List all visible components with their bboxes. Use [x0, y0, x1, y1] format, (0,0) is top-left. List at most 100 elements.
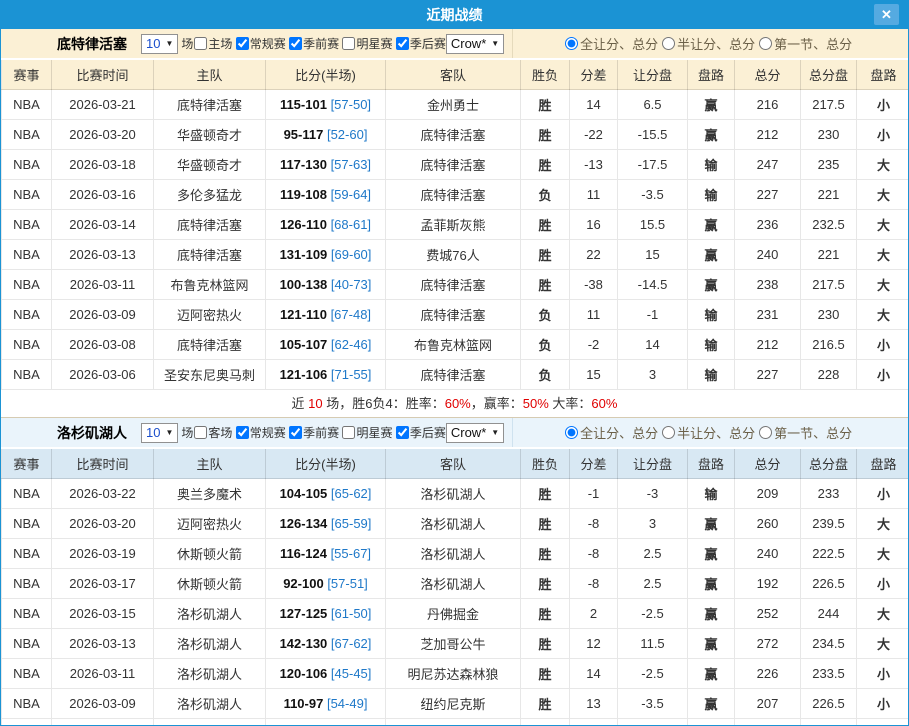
filter-checkbox[interactable]: 明星赛 [342, 424, 392, 441]
column-header: 比分(半场) [266, 449, 386, 479]
total-points-cell: 240 [735, 240, 801, 270]
away-team-cell: 底特律活塞 [386, 300, 521, 330]
filter-checkbox[interactable]: 常规赛 [236, 424, 286, 441]
checkbox-input[interactable] [289, 426, 302, 439]
column-header: 总分盘 [801, 60, 857, 90]
score-cell: 121-110 [67-48] [266, 300, 386, 330]
score-cell: 120-106 [45-45] [266, 659, 386, 689]
home-team-cell: 奥兰多魔术 [154, 479, 266, 509]
game-row: NBA 2026-03-09 洛杉矶湖人 110-97 [54-49] 纽约尼克… [2, 689, 909, 719]
filter-radio[interactable]: 半让分、总分 [662, 423, 755, 442]
total-points-cell: 209 [735, 479, 801, 509]
filter-checkbox[interactable]: 季后赛 [396, 424, 446, 441]
score-cell: 142-130 [67-62] [266, 629, 386, 659]
provider-value: Crow* [451, 36, 486, 51]
point-diff-cell: 14 [570, 90, 618, 120]
sections-container: 底特律活塞 10 ▼ 场 主场 常规赛 季前赛 明星赛 季后赛 Crow* ▼ … [1, 29, 908, 726]
filter-checkbox[interactable]: 明星赛 [342, 35, 392, 52]
final-score: 115-101 [280, 97, 327, 112]
caret-down-icon: ▼ [491, 39, 499, 48]
handicap-result-cell: 赢 [688, 569, 735, 599]
total-line-cell: 239.5 [801, 509, 857, 539]
away-team-cell: 底特律活塞 [386, 270, 521, 300]
column-header: 主队 [154, 60, 266, 90]
result-cell: 负 [521, 330, 570, 360]
checkbox-input[interactable] [396, 37, 409, 50]
radio-input[interactable] [565, 426, 578, 439]
point-diff-cell: 14 [570, 659, 618, 689]
checkbox-input[interactable] [194, 37, 207, 50]
caret-down-icon: ▼ [165, 428, 173, 437]
away-team-cell: 洛杉矶湖人 [386, 479, 521, 509]
game-row: NBA 2026-03-18 华盛顿奇才 117-130 [57-63] 底特律… [2, 150, 909, 180]
summary-text-part: 60% [591, 396, 617, 411]
filter-checkbox[interactable]: 客场 [194, 424, 232, 441]
filter-checkbox[interactable]: 主场 [194, 35, 232, 52]
radio-input[interactable] [759, 37, 772, 50]
filter-radio[interactable]: 全让分、总分 [565, 423, 658, 442]
over-under-cell: 大 [857, 509, 909, 539]
halftime-score: [55-67] [331, 546, 371, 561]
final-score: 126-110 [280, 217, 327, 232]
radio-input[interactable] [662, 426, 675, 439]
league-cell: NBA [2, 719, 52, 726]
handicap-line-cell: 2.5 [618, 569, 688, 599]
games-count-select[interactable]: 10 ▼ [141, 423, 178, 443]
date-cell: 2026-03-16 [52, 180, 154, 210]
filter-checkbox[interactable]: 常规赛 [236, 35, 286, 52]
league-cell: NBA [2, 629, 52, 659]
checkbox-input[interactable] [396, 426, 409, 439]
home-team-cell: 布鲁克林篮网 [154, 270, 266, 300]
radio-input[interactable] [662, 37, 675, 50]
team-name: 洛杉矶湖人 [57, 423, 127, 443]
point-diff-cell: -2 [570, 330, 618, 360]
caret-down-icon: ▼ [165, 39, 173, 48]
games-count-select[interactable]: 10 ▼ [141, 34, 178, 54]
final-score: 104-105 [280, 486, 328, 501]
filter-radio[interactable]: 第一节、总分 [759, 34, 852, 53]
checkbox-input[interactable] [236, 37, 249, 50]
total-line-cell: 230 [801, 300, 857, 330]
radio-input[interactable] [565, 37, 578, 50]
home-team-cell: 多伦多猛龙 [154, 180, 266, 210]
checkbox-input[interactable] [342, 37, 355, 50]
result-cell: 负 [521, 360, 570, 390]
filter-checkbox[interactable]: 季后赛 [396, 35, 446, 52]
checkbox-input[interactable] [342, 426, 355, 439]
filter-checkbox-group: 客场 常规赛 季前赛 明星赛 季后赛 [194, 424, 445, 442]
provider-select[interactable]: Crow* ▼ [446, 423, 504, 443]
filter-radio[interactable]: 全让分、总分 [565, 34, 658, 53]
total-line-cell: 233.5 [801, 659, 857, 689]
halftime-score: [68-61] [331, 217, 371, 232]
filter-checkbox[interactable]: 季前赛 [289, 35, 339, 52]
result-cell: 胜 [521, 539, 570, 569]
over-under-cell: 大 [857, 150, 909, 180]
radio-label: 第一节、总分 [774, 34, 852, 53]
total-points-cell: 216 [735, 90, 801, 120]
provider-select[interactable]: Crow* ▼ [446, 34, 504, 54]
close-button[interactable]: ✕ [874, 4, 899, 25]
filter-checkbox[interactable]: 季前赛 [289, 424, 339, 441]
total-points-cell: 207 [735, 689, 801, 719]
game-row: NBA 2026-03-09 迈阿密热火 121-110 [67-48] 底特律… [2, 300, 909, 330]
checkbox-label: 季前赛 [303, 424, 339, 441]
checkbox-input[interactable] [289, 37, 302, 50]
score-cell: 128-117 [64-51] [266, 719, 386, 726]
games-table: 赛事比赛时间主队比分(半场)客队胜负分差让分盘盘路总分总分盘盘路 NBA 202… [1, 60, 909, 390]
handicap-line-cell: -1 [618, 300, 688, 330]
over-under-cell: 小 [857, 569, 909, 599]
games-suffix-label: 场 [181, 424, 193, 441]
checkbox-input[interactable] [194, 426, 207, 439]
halftime-score: [59-64] [331, 187, 371, 202]
score-cell: 126-134 [65-59] [266, 509, 386, 539]
radio-input[interactable] [759, 426, 772, 439]
away-team-cell: 底特律活塞 [386, 360, 521, 390]
result-cell: 负 [521, 300, 570, 330]
checkbox-label: 季后赛 [410, 424, 446, 441]
filter-radio[interactable]: 第一节、总分 [759, 423, 852, 442]
final-score: 95-117 [284, 127, 324, 142]
checkbox-input[interactable] [236, 426, 249, 439]
score-cell: 105-107 [62-46] [266, 330, 386, 360]
date-cell: 2026-03-22 [52, 479, 154, 509]
filter-radio[interactable]: 半让分、总分 [662, 34, 755, 53]
